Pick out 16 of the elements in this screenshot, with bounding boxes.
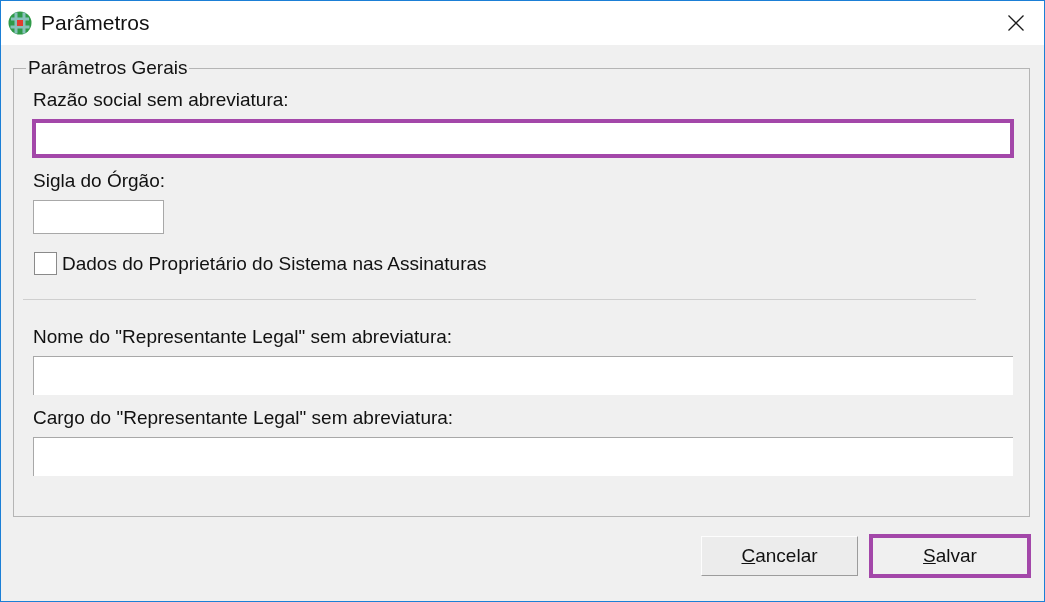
field-label: Nome do "Representante Legal" sem abreviatura:	[33, 326, 453, 348]
text-field[interactable]	[33, 356, 1013, 395]
cancel-button[interactable]: Cancelar	[701, 536, 858, 576]
text-field[interactable]	[33, 200, 164, 234]
checkbox[interactable]	[34, 252, 57, 275]
close-button[interactable]	[1008, 15, 1024, 31]
checkbox-label[interactable]: Dados do Proprietário do Sistema nas Assinaturas	[62, 252, 487, 275]
globe-icon	[8, 11, 32, 35]
window-title: Parâmetros	[41, 11, 150, 35]
save-button[interactable]: Salvar	[869, 534, 1031, 578]
field-label: Cargo do "Representante Legal" sem abreviatura:	[33, 407, 454, 429]
text-field[interactable]	[32, 119, 1014, 158]
field-label: Sigla do Órgão:	[33, 170, 166, 192]
text-field[interactable]	[33, 437, 1013, 476]
field-label: Razão social sem abreviatura:	[33, 89, 289, 111]
close-icon	[1008, 15, 1024, 31]
